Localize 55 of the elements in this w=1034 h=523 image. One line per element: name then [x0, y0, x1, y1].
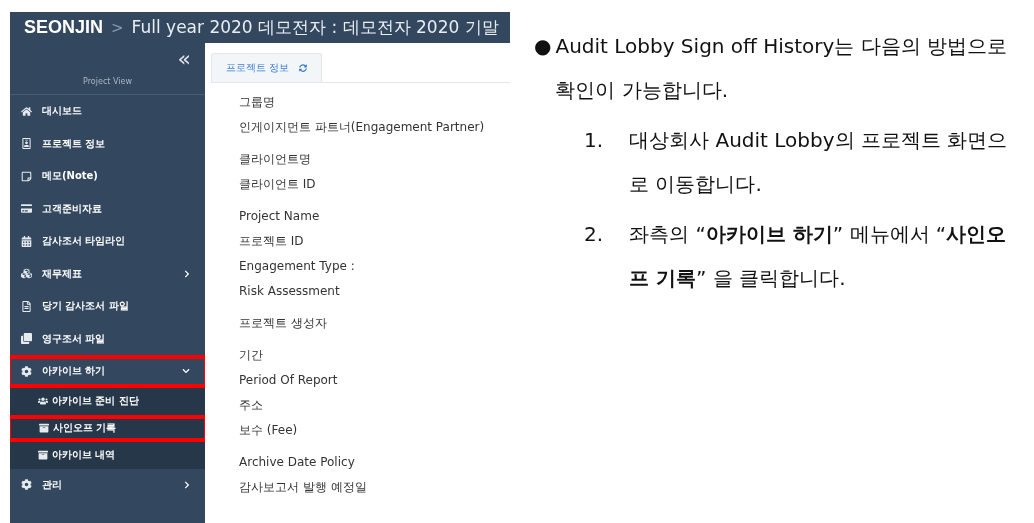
field-label: 클라이언트 ID [239, 176, 317, 193]
sidebar-item[interactable]: 재무제표 [10, 257, 205, 290]
file-icon [21, 300, 32, 312]
sidebar-item[interactable]: 감사조서 타임라인 [10, 225, 205, 258]
project-info-tab[interactable]: 프로젝트 정보 [211, 53, 323, 82]
step-number: 1. [584, 127, 604, 154]
chevron-right-icon [183, 480, 191, 489]
field-label: 프로젝트 생성자 [239, 315, 328, 332]
field-label: Risk Assessment [239, 283, 341, 300]
archive-icon [39, 423, 49, 433]
field-label: 프로젝트 ID [239, 233, 305, 250]
chevron-down-icon [182, 367, 190, 376]
field-label: Archive Date Policy [239, 454, 356, 471]
card-icon [21, 203, 32, 215]
sidebar-item[interactable]: 고객준비자료 [10, 192, 205, 225]
id-card-icon [21, 138, 32, 150]
sidebar-subitem[interactable]: 아카이브 내역 [10, 441, 205, 469]
cubes-icon [21, 268, 32, 280]
archive-icon [38, 450, 48, 460]
intro-text: Audit Lobby Sign off History는 다음의 방법으로 확인이 가능합니다. [555, 33, 1009, 104]
field-label: 감사보고서 발행 예정일 [239, 479, 368, 496]
gear-icon [21, 479, 32, 491]
breadcrumb-separator: > [111, 18, 124, 37]
sidebar-item[interactable]: 당기 감사조서 파일 [10, 290, 205, 323]
field-label: Period Of Report [239, 372, 339, 389]
step-text: 대상회사 Audit Lobby의 프로젝트 화면으로 이동합니다. [629, 127, 1009, 198]
chevron-right-icon [183, 269, 191, 278]
field-label: 인게이지먼트 파트너(Engagement Partner) [239, 119, 486, 136]
step-number: 2. [584, 221, 604, 248]
step-text: 좌측의 “아카이브 하기” 메뉴에서 “사인오프 기록” 을 클릭합니다. [629, 221, 1008, 292]
project-title: Full year 2020 데모전자 : 데모전자 2020 기말 [131, 16, 499, 39]
sidebar-item[interactable]: 대시보드 [10, 95, 205, 128]
note-icon [21, 170, 32, 182]
sidebar-item[interactable]: 영구조서 파일 [10, 322, 205, 355]
collapse-button[interactable]: « [177, 49, 191, 69]
field-label: 보수 (Fee) [239, 422, 299, 439]
calendar-icon [21, 235, 32, 247]
copy-icon [21, 333, 32, 345]
field-label: Project Name [239, 208, 321, 225]
sidebar-item[interactable]: 관리 [10, 468, 205, 501]
sidebar-item[interactable]: 메모(Note) [10, 160, 205, 193]
field-label: 그룹명 [239, 94, 276, 111]
bullet: ● [534, 33, 552, 60]
home-icon [21, 105, 32, 117]
field-label: 주소 [239, 397, 264, 414]
refresh-icon [299, 64, 308, 72]
sidebar-item[interactable]: 프로젝트 정보 [10, 127, 205, 160]
sidebar-subitem[interactable]: 아카이브 준비 진단 [10, 387, 205, 415]
field-label: Engagement Type : [239, 258, 356, 275]
gear-icon [21, 365, 32, 377]
field-label: 클라이언트명 [239, 151, 312, 168]
brand-logo: SEONJIN [24, 17, 104, 38]
sidebar-caption: Project View [83, 77, 132, 86]
users-icon [38, 396, 48, 406]
field-label: 기간 [239, 347, 264, 364]
